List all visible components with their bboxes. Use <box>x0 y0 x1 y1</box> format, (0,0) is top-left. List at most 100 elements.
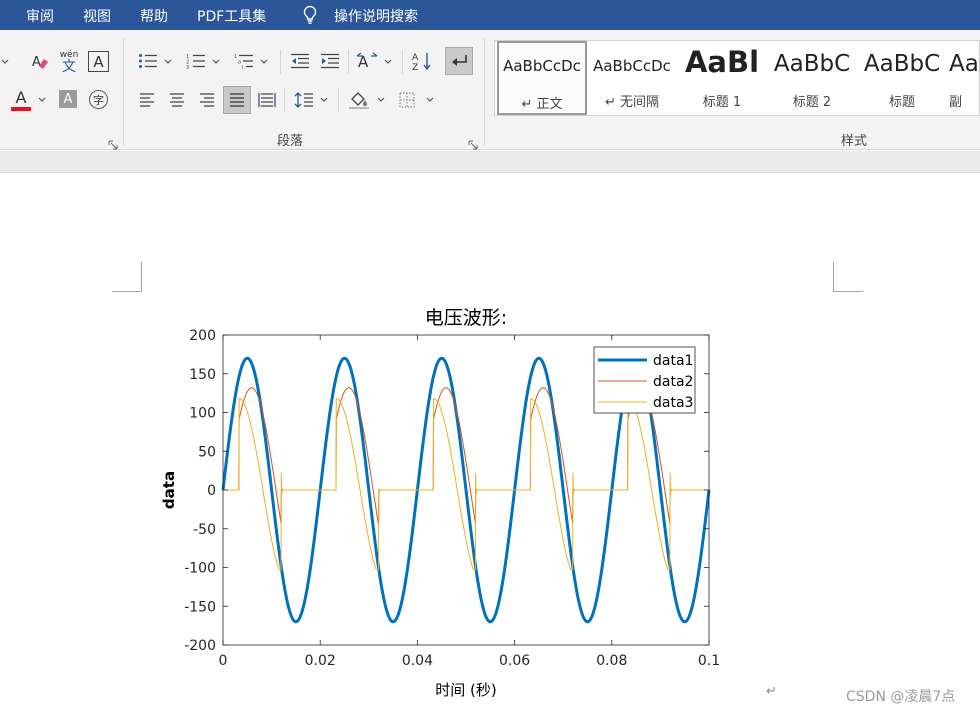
justify-icon[interactable] <box>223 86 251 114</box>
font-color-swatch <box>11 107 31 111</box>
tab-view[interactable]: 视图 <box>83 6 111 26</box>
legend-label-data3: data3 <box>653 395 693 411</box>
increase-indent-icon[interactable] <box>318 50 342 72</box>
legend-label-data2: data2 <box>653 374 693 390</box>
paragraph-group-label: 段落 <box>277 134 304 149</box>
style-no-spacing[interactable]: AaBbCcDc ↵ 无间隔 <box>589 41 675 115</box>
font-dialog-launcher-icon[interactable] <box>108 135 118 150</box>
bullets-icon[interactable] <box>136 50 160 72</box>
bullets-dropdown-chevron-icon[interactable] <box>162 56 174 68</box>
style-name: ↵ 无间隔 <box>604 95 660 110</box>
svg-text:A: A <box>412 53 419 63</box>
sort-icon[interactable]: AZ <box>410 49 434 73</box>
ribbon-separator <box>123 38 124 146</box>
tab-help[interactable]: 帮助 <box>140 6 168 26</box>
ribbon-separator <box>402 50 403 74</box>
phonetic-guide-char: 文 <box>62 59 76 75</box>
style-preview: AaBbC <box>863 51 941 77</box>
font-color-icon[interactable]: A <box>10 88 32 112</box>
style-preview: Aa <box>949 51 979 77</box>
x-tick-label: 0.1 <box>698 653 720 669</box>
style-name: ↵ 正文 <box>521 97 563 112</box>
align-left-icon[interactable] <box>136 89 158 111</box>
borders-icon[interactable] <box>396 89 418 111</box>
tab-pdf-tools[interactable]: PDF工具集 <box>197 6 266 26</box>
svg-text:a: a <box>238 60 241 66</box>
style-name: 标题 1 <box>702 95 742 110</box>
x-tick-label: 0.04 <box>402 653 433 669</box>
style-name: 副 <box>949 95 963 110</box>
style-preview: AaBbCcDc <box>593 57 671 75</box>
x-tick-label: 0.02 <box>305 653 336 669</box>
phonetic-guide-icon[interactable]: wén 文 <box>56 49 82 75</box>
y-tick-label: 200 <box>189 328 216 344</box>
style-subtitle[interactable]: Aa 副 <box>949 41 979 115</box>
ribbon-separator <box>348 50 349 74</box>
ribbon-separator <box>280 50 281 74</box>
crop-mark-right <box>833 262 863 292</box>
svg-text:1: 1 <box>234 54 237 60</box>
y-tick-label: 50 <box>198 444 216 460</box>
multilevel-list-dropdown-chevron-icon[interactable] <box>258 56 270 68</box>
enclose-characters-icon[interactable]: 字 <box>89 90 108 109</box>
ribbon-separator <box>484 38 485 146</box>
clear-formatting-icon[interactable]: A <box>28 50 52 74</box>
y-tick-label: -100 <box>184 561 216 577</box>
chart-title: 电压波形: <box>425 307 507 329</box>
numbering-icon[interactable]: 123 <box>184 50 208 72</box>
line-spacing-dropdown-chevron-icon[interactable] <box>318 94 330 106</box>
align-center-icon[interactable] <box>166 89 188 111</box>
ribbon-tab-bar: 审阅 视图 帮助 PDF工具集 操作说明搜索 <box>0 0 980 30</box>
style-preview: AaBl <box>684 45 760 79</box>
style-heading-1[interactable]: AaBl 标题 1 <box>679 41 765 115</box>
tab-review[interactable]: 审阅 <box>26 6 54 26</box>
style-preview: AaBbC <box>773 51 851 77</box>
character-shading-icon[interactable]: A <box>59 90 77 108</box>
show-paragraph-marks-icon[interactable] <box>445 47 473 75</box>
paint-bucket-icon[interactable] <box>346 88 372 112</box>
distributed-icon[interactable] <box>256 89 278 111</box>
style-title[interactable]: AaBbC 标题 <box>859 41 945 115</box>
tell-me-search[interactable]: 操作说明搜索 <box>334 6 418 26</box>
ribbon-separator <box>284 88 285 112</box>
style-preview: AaBbCcDc <box>503 57 581 75</box>
style-name: 标题 2 <box>792 95 832 110</box>
line-spacing-icon[interactable] <box>292 88 316 112</box>
svg-text:3: 3 <box>186 65 189 69</box>
style-normal[interactable]: AaBbCcDc ↵ 正文 <box>497 41 587 115</box>
character-border-icon[interactable]: A <box>88 51 109 72</box>
font-size-dropdown-chevron-icon[interactable] <box>0 52 10 72</box>
legend[interactable]: data1 data2 data3 <box>593 346 696 414</box>
lightbulb-icon[interactable] <box>302 5 318 25</box>
svg-text:i: i <box>242 65 243 69</box>
voltage-waveform-chart[interactable]: 0 0.02 0.04 0.06 0.08 0.1 -200 -150 -100 -50 0 50 10… <box>150 296 730 706</box>
y-tick-label: -50 <box>193 522 216 538</box>
y-tick-label: 150 <box>189 367 216 383</box>
shading-dropdown-chevron-icon[interactable] <box>375 94 387 106</box>
svg-text:A: A <box>32 55 41 70</box>
asian-layout-dropdown-chevron-icon[interactable] <box>382 56 394 68</box>
y-axis-label: data <box>160 471 178 509</box>
x-axis-label: 时间 (秒) <box>435 681 496 699</box>
x-tick-label: 0 <box>219 653 228 669</box>
font-color-dropdown-chevron-icon[interactable] <box>36 94 48 106</box>
style-heading-2[interactable]: AaBbC 标题 2 <box>769 41 855 115</box>
styles-gallery: AaBbCcDc ↵ 正文 AaBbCcDc ↵ 无间隔 AaBl 标题 1 A… <box>494 40 980 116</box>
ribbon-home: A wén 文 A A A 字 123 1 a i A A Z 段落 AaBbC… <box>0 30 980 150</box>
multilevel-list-icon[interactable]: 1ai <box>232 50 256 72</box>
asian-layout-icon[interactable]: A <box>354 49 380 73</box>
x-tick-label: 0.06 <box>499 653 530 669</box>
borders-dropdown-chevron-icon[interactable] <box>424 94 436 106</box>
align-right-icon[interactable] <box>196 89 218 111</box>
paragraph-mark: ↵ <box>766 684 777 699</box>
paragraph-dialog-launcher-icon[interactable] <box>468 135 478 150</box>
y-tick-label: -150 <box>184 599 216 615</box>
x-tick-label: 0.08 <box>596 653 627 669</box>
crop-mark-left <box>112 262 142 292</box>
style-name: 标题 <box>888 95 915 110</box>
font-color-glyph: A <box>15 88 27 107</box>
decrease-indent-icon[interactable] <box>288 50 312 72</box>
y-tick-label: -200 <box>184 638 216 654</box>
word-window: 审阅 视图 帮助 PDF工具集 操作说明搜索 A wén 文 A A A 字 1… <box>0 0 980 712</box>
numbering-dropdown-chevron-icon[interactable] <box>210 56 222 68</box>
